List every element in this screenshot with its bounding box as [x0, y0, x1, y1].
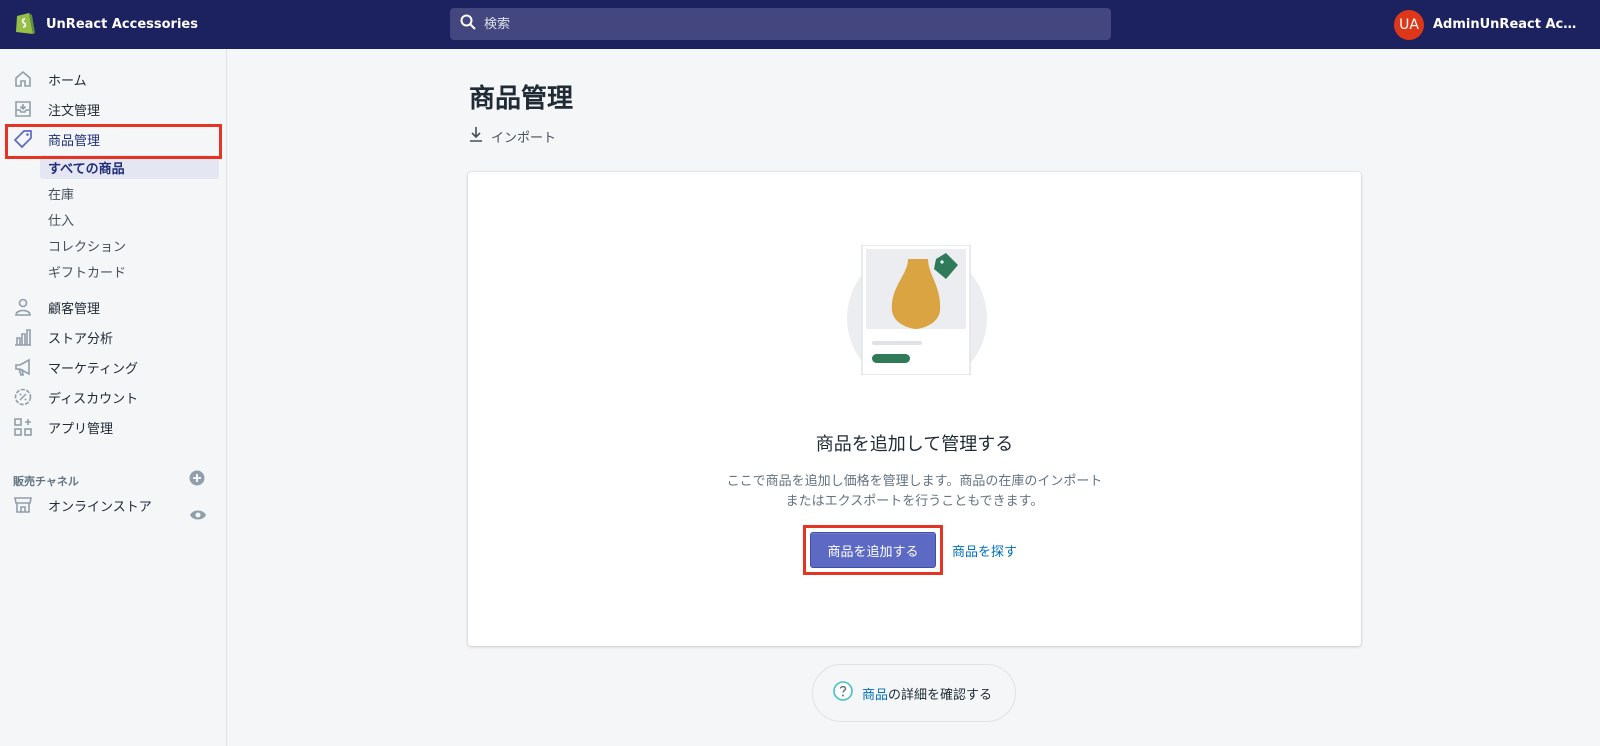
- help-question-icon: [833, 681, 853, 705]
- sidebar-item-label: オンラインストア: [48, 499, 152, 515]
- search-bar[interactable]: [450, 8, 1111, 40]
- add-product-button[interactable]: 商品を追加する: [810, 532, 936, 568]
- sub-item-inventory[interactable]: 在庫: [40, 181, 219, 205]
- search-icon: [460, 14, 476, 34]
- sidebar-item-customers[interactable]: 顧客管理: [0, 292, 226, 322]
- sidebar-item-label: ホーム: [48, 73, 87, 89]
- empty-state-card: 商品を追加して管理する ここで商品を追加し価格を管理します。商品の在庫のインポー…: [468, 172, 1361, 646]
- sidebar-item-label: 注文管理: [48, 103, 101, 119]
- sidebar-item-apps[interactable]: アプリ管理: [0, 412, 226, 442]
- sub-item-transfers[interactable]: 仕入: [40, 207, 219, 231]
- empty-state-title: 商品を追加して管理する: [815, 434, 1014, 455]
- import-label: インポート: [491, 130, 557, 146]
- customer-icon: [12, 296, 34, 318]
- sidebar: ホーム 注文管理 商品管理 すべての商品 在庫 仕入 コレクション ギフトカード…: [0, 49, 227, 746]
- product-vase-illustration-icon: [847, 245, 987, 375]
- view-store-eye-icon[interactable]: [189, 508, 207, 522]
- sidebar-item-label: ストア分析: [48, 331, 114, 347]
- help-footer: 商品の詳細を確認する: [812, 664, 1016, 722]
- sub-item-collections[interactable]: コレクション: [40, 233, 219, 257]
- apps-icon: [12, 416, 34, 438]
- store-brand[interactable]: UnReact Accessories: [14, 0, 198, 49]
- discount-icon: [12, 386, 34, 408]
- home-icon: [12, 68, 34, 90]
- download-icon: [469, 126, 483, 146]
- sales-channels-heading: 販売チャネル: [13, 475, 79, 488]
- megaphone-icon: [12, 356, 34, 378]
- avatar: UA: [1394, 9, 1424, 40]
- sidebar-item-marketing[interactable]: マーケティング: [0, 352, 226, 382]
- sidebar-item-products[interactable]: 商品管理: [0, 124, 226, 154]
- help-text: 商品の詳細を確認する: [862, 684, 992, 703]
- top-bar: UnReact Accessories UA AdminUnReact Acce…: [0, 0, 1600, 49]
- empty-state-description: ここで商品を追加し価格を管理します。商品の在庫のインポートまたはエクスポートを行…: [726, 474, 1103, 509]
- shopify-logo-icon: [14, 10, 36, 40]
- sidebar-item-label: アプリ管理: [48, 421, 114, 437]
- sub-item-gift-cards[interactable]: ギフトカード: [40, 259, 219, 283]
- page-title: 商品管理: [469, 84, 574, 114]
- help-suffix: の詳細を確認する: [888, 687, 993, 703]
- sidebar-item-label: マーケティング: [48, 361, 138, 377]
- sidebar-item-discounts[interactable]: ディスカウント: [0, 382, 226, 412]
- help-link[interactable]: 商品: [862, 688, 888, 703]
- sidebar-item-analytics[interactable]: ストア分析: [0, 322, 226, 352]
- user-menu[interactable]: UA AdminUnReact Accessories: [1394, 0, 1583, 49]
- tag-icon: [12, 128, 34, 150]
- sidebar-item-label: 商品管理: [48, 133, 101, 149]
- sub-item-all-products[interactable]: すべての商品: [40, 155, 219, 179]
- search-input[interactable]: [484, 16, 1084, 32]
- find-products-link[interactable]: 商品を探す: [952, 541, 1017, 560]
- user-name: AdminUnReact Accessories: [1433, 17, 1583, 32]
- sidebar-item-label: ディスカウント: [48, 391, 139, 407]
- store-icon: [12, 494, 34, 516]
- import-button[interactable]: インポート: [469, 125, 556, 147]
- sidebar-item-home[interactable]: ホーム: [0, 64, 226, 94]
- analytics-icon: [12, 326, 34, 348]
- store-name: UnReact Accessories: [46, 17, 198, 32]
- add-channel-icon[interactable]: [189, 470, 205, 486]
- sidebar-item-label: 顧客管理: [48, 301, 101, 317]
- sidebar-item-orders[interactable]: 注文管理: [0, 94, 226, 124]
- orders-icon: [12, 98, 34, 120]
